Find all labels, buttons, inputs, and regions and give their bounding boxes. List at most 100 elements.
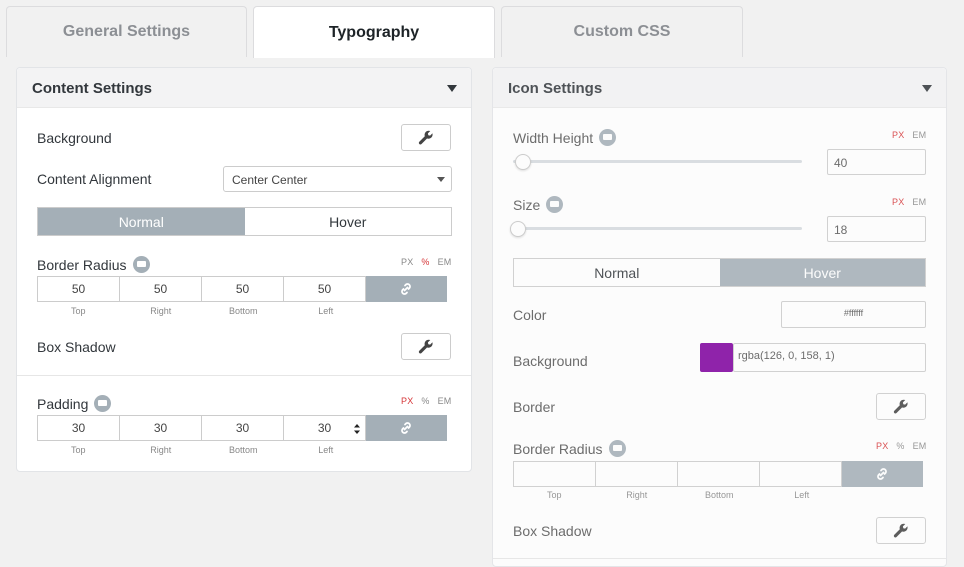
border-radius-left-input[interactable]: 50 [283,276,366,302]
unit-px[interactable]: PX [892,197,904,207]
size-units: PX EM [884,197,926,207]
tab-typography[interactable]: Typography [253,6,495,58]
width-height-slider-track[interactable] [513,160,802,163]
color-input[interactable]: #ffffff [781,301,926,328]
padding-left-value: 30 [317,421,332,435]
wrench-icon [893,399,908,413]
content-settings-title: Content Settings [32,80,152,97]
caret-down-icon[interactable] [922,85,932,92]
icon-border-radius-right-input[interactable] [595,461,678,487]
link-icon [877,468,887,480]
padding-bottom-input[interactable]: 30 [201,415,284,441]
content-settings-panel: Content Settings Background Content Alig… [16,67,472,472]
padding-dimension-labels: Top Right Bottom Left [37,445,367,455]
unit-em[interactable]: EM [912,197,926,207]
info-icon[interactable] [599,129,617,146]
size-label: Size [513,196,564,213]
border-radius-top-input[interactable]: 50 [37,276,120,302]
icon-border-radius-inputs [513,461,923,487]
info-icon[interactable] [132,256,150,273]
unit-px[interactable]: PX [401,396,413,406]
icon-state-hover[interactable]: Hover [719,259,925,286]
unit-em[interactable]: EM [438,257,452,267]
link-icon [401,422,411,434]
unit-em[interactable]: EM [438,396,452,406]
content-alignment-label: Content Alignment [37,171,152,187]
icon-border-radius-units: PX% EM [868,441,927,451]
icon-border-radius-top-input[interactable] [513,461,596,487]
icon-box-shadow-edit-button[interactable] [876,517,926,544]
content-alignment-value: Center Center [232,173,308,187]
section-divider [17,375,471,376]
icon-state-toggle: Normal Hover [513,258,926,287]
unit-px[interactable]: PX [892,130,904,140]
spinner-icon[interactable] [353,422,361,436]
content-state-normal[interactable]: Normal [38,208,245,235]
size-slider-handle[interactable] [510,221,526,237]
border-radius-bottom-input[interactable]: 50 [201,276,284,302]
padding-label: Padding [37,395,112,412]
padding-units: PX% EM [393,396,452,406]
dim-label-right: Right [626,490,648,500]
padding-top-input[interactable]: 30 [37,415,120,441]
unit-percent[interactable]: % [421,257,429,267]
icon-border-radius-dimension-labels: Top Right Bottom Left [513,490,843,500]
caret-down-icon[interactable] [447,85,457,92]
border-radius-link-button[interactable] [365,276,447,302]
padding-right-input[interactable]: 30 [119,415,202,441]
wrench-icon [893,523,908,537]
wrench-icon [418,130,433,144]
tab-custom-css[interactable]: Custom CSS [501,6,743,57]
dim-label-top: Top [546,490,562,500]
icon-border-radius-left-input[interactable] [759,461,842,487]
size-slider-track[interactable] [513,227,802,230]
border-label: Border [513,399,556,415]
wrench-icon [418,339,433,353]
content-alignment-select[interactable]: Center Center [223,166,452,192]
padding-inputs: 30 30 30 30 [37,415,447,441]
unit-em[interactable]: EM [912,130,926,140]
border-edit-button[interactable] [876,393,926,420]
icon-border-radius-link-button[interactable] [841,461,923,487]
unit-px[interactable]: PX [401,257,413,267]
content-state-hover[interactable]: Hover [244,208,451,235]
dim-label-bottom: Bottom [704,490,734,500]
content-state-toggle: Normal Hover [37,207,452,236]
info-icon[interactable] [608,440,626,457]
box-shadow-edit-button[interactable] [401,333,451,360]
icon-settings-header[interactable]: Icon Settings [493,68,946,108]
unit-percent[interactable]: % [896,441,904,451]
background-edit-button[interactable] [401,124,451,151]
unit-percent[interactable]: % [421,396,429,406]
box-shadow-label: Box Shadow [37,339,116,355]
icon-state-normal[interactable]: Normal [514,259,720,286]
link-icon [401,283,411,295]
background-label: Background [37,130,112,146]
content-settings-header[interactable]: Content Settings [17,68,471,108]
icon-border-radius-bottom-input[interactable] [677,461,760,487]
padding-left-input[interactable]: 30 [283,415,366,441]
width-height-slider-handle[interactable] [515,154,531,170]
dim-label-right: Right [150,445,172,455]
color-label: Color [513,307,547,323]
dim-label-bottom: Bottom [228,445,258,455]
background-label: Background [513,353,588,369]
chevron-down-icon [437,177,445,182]
dim-label-left: Left [318,306,334,316]
background-color-swatch[interactable] [700,343,733,372]
info-icon[interactable] [94,395,112,412]
size-input[interactable]: 18 [827,216,926,242]
border-radius-label: Border Radius [37,256,150,273]
dim-label-top: Top [70,306,86,316]
tab-general-settings[interactable]: General Settings [6,6,247,57]
width-height-units: PX EM [884,130,926,140]
width-height-input[interactable]: 40 [827,149,926,175]
icon-border-radius-label: Border Radius [513,440,626,457]
dim-label-bottom: Bottom [228,306,258,316]
info-icon[interactable] [546,196,564,213]
padding-link-button[interactable] [365,415,447,441]
border-radius-right-input[interactable]: 50 [119,276,202,302]
unit-px[interactable]: PX [876,441,888,451]
unit-em[interactable]: EM [913,441,927,451]
background-color-input[interactable]: rgba(126, 0, 158, 1) [733,343,926,372]
